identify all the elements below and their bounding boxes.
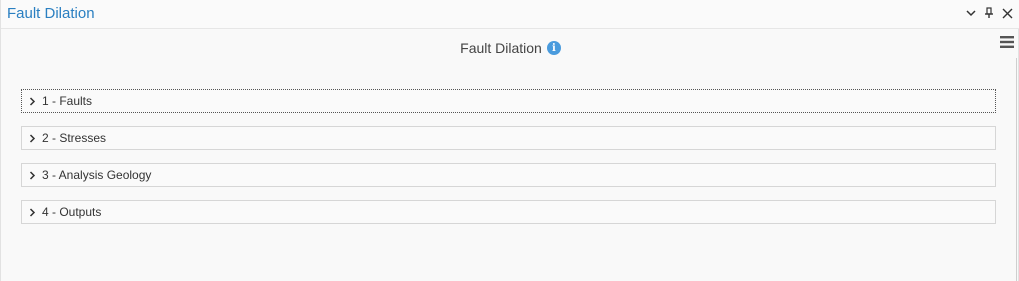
param-group-analysis-geology[interactable]: 3 - Analysis Geology xyxy=(21,163,996,187)
pane-titlebar: Fault Dilation xyxy=(1,0,1019,29)
tool-title: Fault Dilation xyxy=(460,40,542,56)
param-group-label: 2 - Stresses xyxy=(42,131,107,145)
geoprocessing-pane: Fault Dilation Fault Dilation i 1 - Faul… xyxy=(0,0,1019,281)
pane-title: Fault Dilation xyxy=(7,5,95,22)
chevron-down-icon[interactable] xyxy=(963,4,979,22)
param-group-label: 1 - Faults xyxy=(42,94,93,108)
tool-header: Fault Dilation i xyxy=(1,36,1019,60)
chevron-right-icon xyxy=(27,133,37,143)
scroll-edge xyxy=(1016,58,1017,281)
param-group-faults[interactable]: 1 - Faults xyxy=(21,89,996,113)
chevron-right-icon xyxy=(27,96,37,106)
param-group-label: 3 - Analysis Geology xyxy=(42,168,152,182)
chevron-right-icon xyxy=(27,170,37,180)
pin-icon[interactable] xyxy=(981,4,997,22)
close-icon[interactable] xyxy=(999,4,1015,22)
param-group-stresses[interactable]: 2 - Stresses xyxy=(21,126,996,150)
param-group-outputs[interactable]: 4 - Outputs xyxy=(21,200,996,224)
chevron-right-icon xyxy=(27,207,37,217)
param-group-label: 4 - Outputs xyxy=(42,205,102,219)
info-icon[interactable]: i xyxy=(546,41,561,55)
